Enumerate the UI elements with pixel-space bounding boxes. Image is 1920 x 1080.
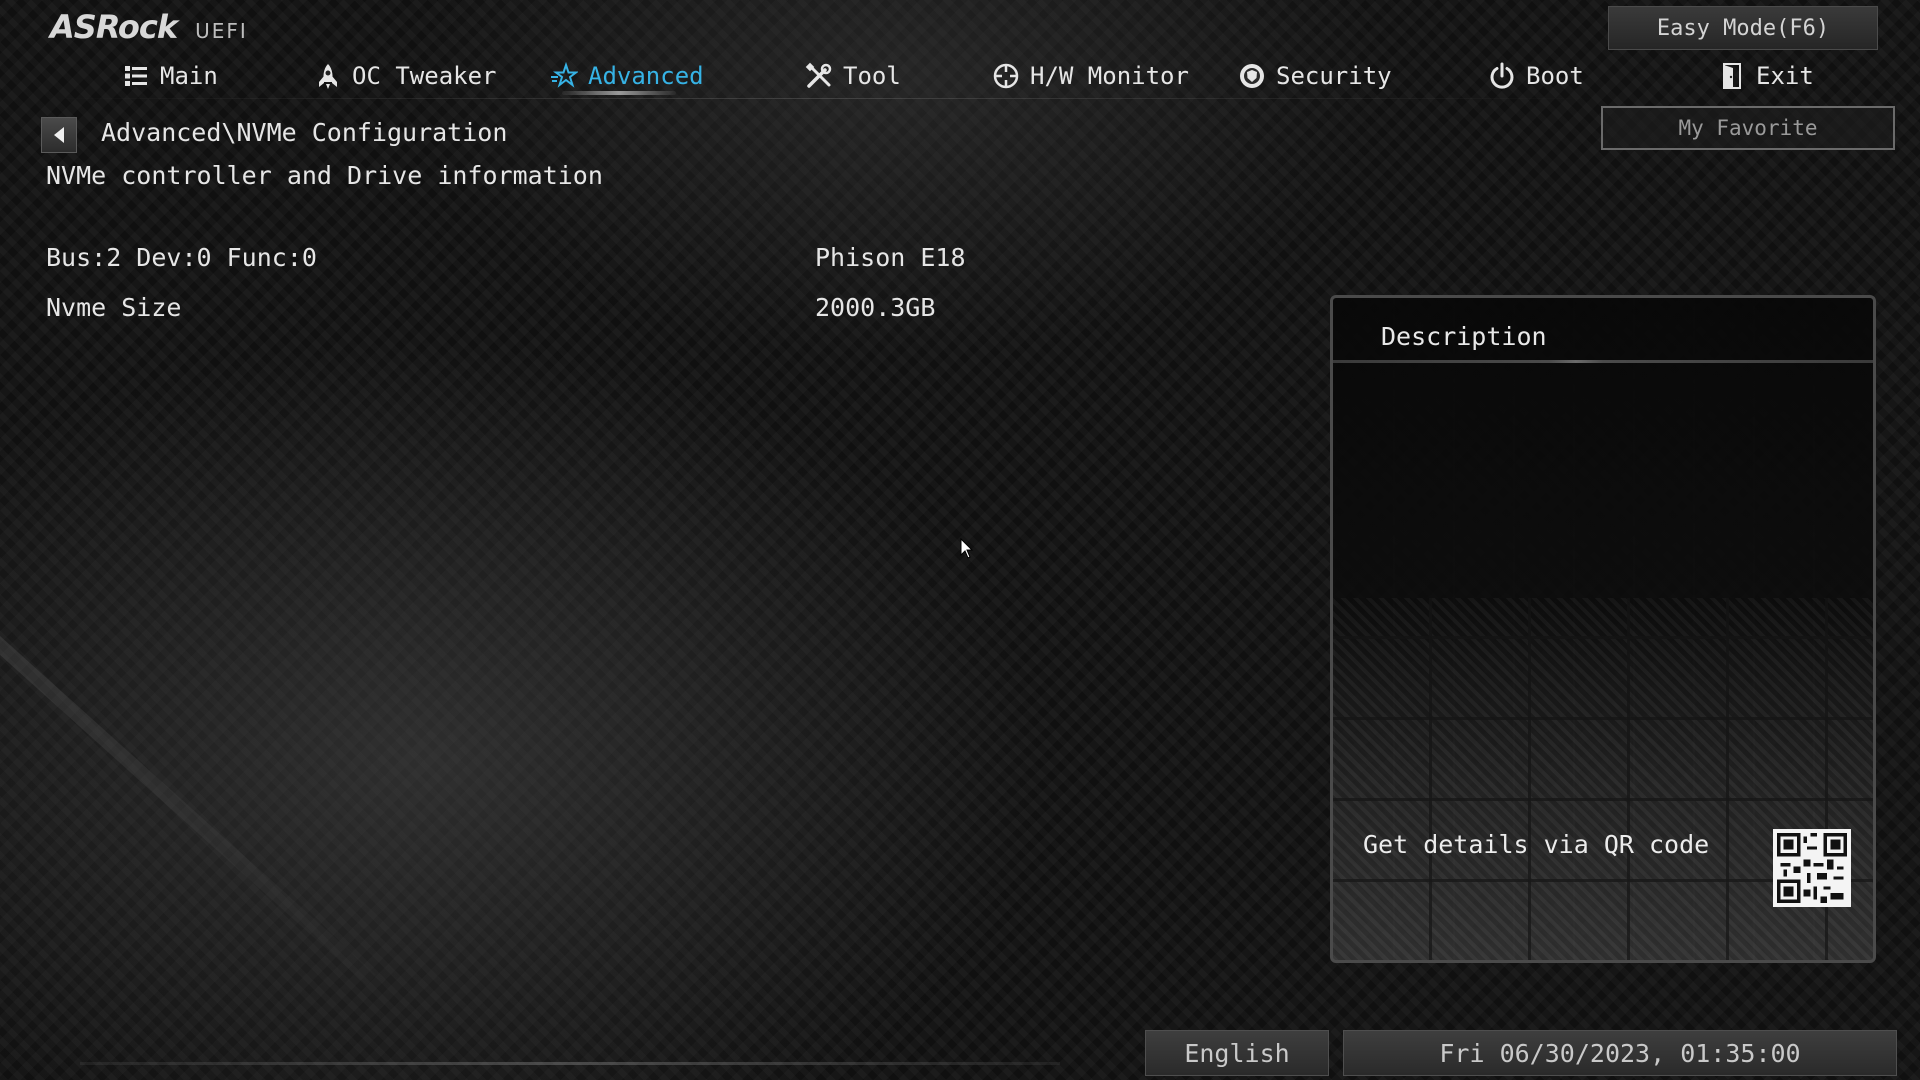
qr-code-icon[interactable] — [1773, 829, 1851, 907]
easy-mode-label: Easy Mode(F6) — [1656, 15, 1830, 41]
back-button[interactable] — [41, 117, 77, 153]
tab-security-label: Security — [1276, 62, 1392, 90]
easy-mode-button[interactable]: Easy Mode(F6) — [1608, 6, 1878, 50]
tab-exit-label: Exit — [1756, 62, 1814, 90]
row-label: Nvme Size — [46, 293, 182, 322]
description-panel: Description Get details via QR code — [1330, 295, 1876, 963]
description-divider — [1333, 360, 1873, 363]
breadcrumb: Advanced\NVMe Configuration — [101, 118, 508, 147]
row-value: Phison E18 — [815, 243, 966, 272]
language-label: English — [1184, 1038, 1290, 1068]
datetime-display: Fri 06/30/2023, 01:35:00 — [1343, 1030, 1897, 1076]
power-icon — [1490, 62, 1514, 89]
my-favorite-label: My Favorite — [1678, 116, 1818, 140]
section-title: NVMe controller and Drive information — [46, 161, 603, 190]
tab-oc-tweaker-label: OC Tweaker — [352, 62, 497, 90]
nav-divider — [40, 98, 1600, 99]
tab-boot-label: Boot — [1526, 62, 1584, 90]
row-value: 2000.3GB — [815, 293, 936, 322]
main-nav: Main OC Tweaker Advanced Tool H/W Monito… — [0, 54, 1920, 98]
shield-icon — [1240, 64, 1264, 88]
tab-tool-label: Tool — [843, 62, 901, 90]
tools-icon — [805, 62, 832, 88]
row-label: Bus:2 Dev:0 Func:0 — [46, 243, 317, 272]
tab-tool[interactable]: Tool — [805, 54, 901, 98]
star-icon — [551, 62, 578, 88]
brand-logo: ASRock — [50, 8, 178, 46]
description-title: Description — [1381, 322, 1547, 351]
qr-caption: Get details via QR code — [1363, 830, 1710, 859]
tab-main-label: Main — [160, 62, 218, 90]
uefi-label: UEFI — [195, 19, 248, 43]
tab-security[interactable]: Security — [1238, 54, 1392, 98]
info-row-size: Nvme Size 2000.3GB — [46, 293, 1296, 333]
list-icon — [125, 66, 147, 86]
tab-hw-monitor-label: H/W Monitor — [1030, 62, 1189, 90]
exit-door-icon — [1723, 63, 1741, 89]
back-arrow-icon — [54, 127, 64, 143]
datetime-label: Fri 06/30/2023, 01:35:00 — [1439, 1038, 1801, 1068]
logo: ASRock UEFI — [50, 8, 248, 46]
active-tab-indicator — [562, 91, 676, 95]
background-stripe — [0, 600, 377, 986]
crosshair-icon — [993, 63, 1019, 89]
bios-screen: ASRock UEFI Easy Mode(F6) My Favorite Ma… — [0, 0, 1920, 1080]
tab-boot[interactable]: Boot — [1488, 54, 1584, 98]
qr-pattern — [1777, 833, 1847, 903]
tab-advanced-label: Advanced — [588, 62, 704, 90]
tab-main[interactable]: Main — [122, 54, 218, 98]
footer-stripe — [80, 1062, 1060, 1065]
info-row-bus: Bus:2 Dev:0 Func:0 Phison E18 — [46, 243, 1296, 283]
my-favorite-button[interactable]: My Favorite — [1601, 106, 1895, 150]
tab-hw-monitor[interactable]: H/W Monitor — [992, 54, 1189, 98]
tab-oc-tweaker[interactable]: OC Tweaker — [314, 54, 497, 98]
language-selector[interactable]: English — [1145, 1030, 1329, 1076]
mouse-cursor-icon — [960, 538, 974, 559]
rocket-icon — [319, 64, 337, 89]
tab-exit[interactable]: Exit — [1718, 54, 1814, 98]
